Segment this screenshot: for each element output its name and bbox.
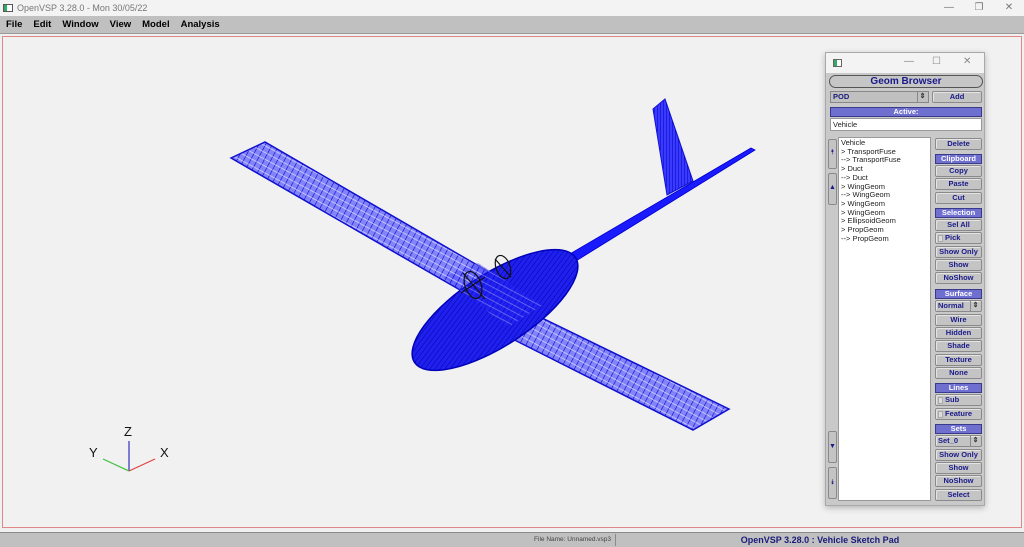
axis-triad: Z Y X [81,419,181,481]
noshow-button[interactable]: NoShow [935,272,982,284]
pick-label: Pick [945,233,961,242]
delete-button[interactable]: Delete [935,138,982,150]
sets-show-only-button[interactable]: Show Only [935,449,982,461]
list-item[interactable]: --> PropGeom [841,234,928,244]
scroll-down-button[interactable]: ▼ [828,431,837,463]
close-button[interactable]: ✕ [994,0,1024,16]
menu-file[interactable]: File [1,19,27,30]
sub-toggle[interactable]: Sub [935,394,982,406]
geom-browser-window: — ☐ ✕ Geom Browser POD ⇕ Add Active: Veh… [825,52,985,506]
menu-analysis[interactable]: Analysis [176,19,225,30]
sets-show-button[interactable]: Show [935,462,982,474]
gb-maximize-button[interactable]: ☐ [932,56,941,67]
feature-toggle[interactable]: Feature [935,408,982,420]
show-button[interactable]: Show [935,259,982,271]
restore-button[interactable]: ❐ [964,0,994,16]
spinner-icon[interactable]: ⇕ [917,92,927,102]
double-up-arrow-icon: ⯭ [830,149,835,156]
z-axis-label: Z [124,424,132,439]
scroll-up-button[interactable]: ▲ [828,173,837,205]
sub-label: Sub [945,395,960,404]
wire-button[interactable]: Wire [935,314,982,326]
gb-close-button[interactable]: ✕ [963,56,971,67]
y-axis-line [102,458,130,472]
hidden-button[interactable]: Hidden [935,327,982,339]
menu-view[interactable]: View [105,19,136,30]
geom-list[interactable]: Vehicle > TransportFuse --> TransportFus… [838,137,931,501]
sets-select-button[interactable]: Select [935,489,982,501]
active-header: Active: [830,107,982,117]
tail-boom [550,147,756,270]
menu-bar: File Edit Window View Model Analysis [0,16,1024,34]
app-icon [3,4,13,12]
sets-noshow-button[interactable]: NoShow [935,475,982,487]
double-down-arrow-icon: ⯯ [830,479,835,486]
none-button[interactable]: None [935,367,982,379]
pick-toggle[interactable]: Pick [935,232,982,244]
geom-browser-titlebar[interactable]: — ☐ ✕ [826,53,984,73]
paste-button[interactable]: Paste [935,178,982,190]
pick-checkbox[interactable] [938,234,943,242]
menu-edit[interactable]: Edit [28,19,56,30]
feature-checkbox[interactable] [938,410,943,418]
surface-header: Surface [935,289,982,299]
window-title: OpenVSP 3.28.0 - Mon 30/05/22 [17,3,148,13]
cut-button[interactable]: Cut [935,192,982,204]
scroll-bottom-button[interactable]: ⯯ [828,467,837,499]
active-geom-field[interactable]: Vehicle [830,118,982,131]
y-axis-label: Y [89,445,98,460]
status-bar: File Name: Unnamed.vsp3 OpenVSP 3.28.0 :… [0,532,1024,547]
spinner-icon[interactable]: ⇕ [970,301,980,311]
texture-button[interactable]: Texture [935,354,982,366]
surface-mode-value: Normal [938,301,964,310]
geom-type-value: POD [833,92,850,101]
title-bar: OpenVSP 3.28.0 - Mon 30/05/22 — ❐ ✕ [0,0,1024,16]
menu-window[interactable]: Window [57,19,103,30]
clipboard-header: Clipboard [935,154,982,164]
copy-button[interactable]: Copy [935,165,982,177]
sets-header: Sets [935,424,982,434]
file-name-status: File Name: Unnamed.vsp3 [500,534,616,546]
up-arrow-icon: ▲ [829,184,836,191]
show-only-button[interactable]: Show Only [935,246,982,258]
shade-button[interactable]: Shade [935,340,982,352]
set-select[interactable]: Set_0 ⇕ [935,435,982,447]
x-axis-line [128,458,156,472]
gb-minimize-button[interactable]: — [904,56,914,67]
scroll-top-button[interactable]: ⯭ [828,139,837,169]
vertical-fin [652,98,694,196]
down-arrow-icon: ▼ [829,443,836,450]
set-value: Set_0 [938,436,959,445]
add-button[interactable]: Add [932,91,982,103]
sub-checkbox[interactable] [938,396,943,404]
surface-mode-select[interactable]: Normal ⇕ [935,300,982,312]
select-all-button[interactable]: Sel All [935,219,982,231]
feature-label: Feature [945,409,973,418]
spinner-icon[interactable]: ⇕ [970,436,980,446]
lines-header: Lines [935,383,982,393]
geom-browser-heading: Geom Browser [829,75,983,88]
minimize-button[interactable]: — [934,0,964,16]
menu-model[interactable]: Model [137,19,174,30]
app-name-status: OpenVSP 3.28.0 : Vehicle Sketch Pad [740,535,900,545]
selection-header: Selection [935,208,982,218]
x-axis-label: X [160,445,169,460]
window-icon [833,59,842,67]
geom-type-select[interactable]: POD ⇕ [830,91,929,103]
